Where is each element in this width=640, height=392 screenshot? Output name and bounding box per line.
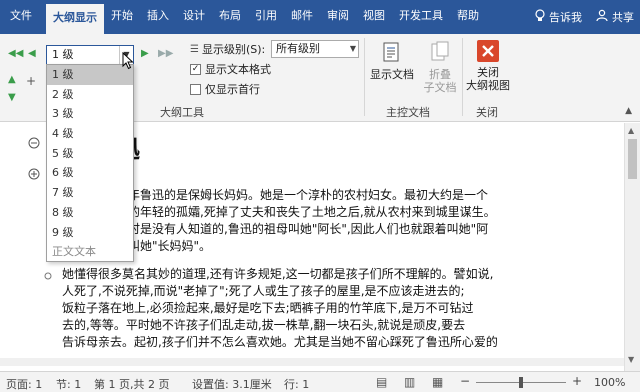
move-up-icon[interactable]: ▲	[8, 74, 16, 85]
demote-icon[interactable]: ▶	[141, 48, 149, 59]
show-level-label: 显示级别(S):	[201, 43, 266, 56]
chevron-down-icon[interactable]: ▼	[350, 41, 356, 57]
zoom-out-icon[interactable]: −	[460, 374, 470, 388]
collapse-subdocuments-label-2: 子文档	[423, 81, 457, 94]
show-level-value: 所有级别	[276, 42, 320, 55]
tab-bar-right: 告诉我 共享	[535, 2, 640, 32]
paragraph-1-line-1[interactable]: 勐年鲁迅的是保姆长妈妈。她是一个淳朴的农村妇女。最初大约是一个	[116, 187, 488, 204]
body-text-bullet-icon	[44, 269, 52, 283]
paragraph-2-line-1[interactable]: 她懂得很多莫名其妙的道理,还有许多规矩,这一切都是孩子们所不理解的。譬如说,	[62, 266, 493, 283]
show-document-label: 显示文档	[370, 68, 414, 81]
group-separator	[364, 38, 365, 116]
dropdown-item-level-3[interactable]: 3 级	[47, 104, 133, 124]
show-level-combo[interactable]: 所有级别 ▼	[271, 40, 359, 58]
tab-references[interactable]: 引用	[248, 4, 284, 30]
dropdown-item-level-9[interactable]: 9 级	[47, 223, 133, 243]
paragraph-2-line-2[interactable]: 人死了,不说死掉,而说"老掉了";死了人或生了孩子的屋里,是不应该走进去的;	[62, 283, 465, 300]
show-level-icon: ☰	[190, 43, 199, 55]
close-group-label: 关闭	[476, 106, 498, 119]
status-section[interactable]: 节: 1	[56, 376, 81, 392]
tab-design[interactable]: 设计	[176, 4, 212, 30]
zoom-in-icon[interactable]: +	[572, 374, 582, 388]
group-separator	[462, 38, 463, 116]
paragraph-1-line-3[interactable]: 拍时是没有人知道的,鲁迅的祖母叫她"阿长",因此人们也就跟着叫她"阿	[116, 221, 488, 238]
tell-me-search[interactable]: 告诉我	[549, 9, 582, 25]
scroll-down-icon[interactable]: ▼	[628, 355, 634, 364]
outline-level-combo[interactable]: 1 级 ▼	[46, 45, 134, 65]
status-page-count[interactable]: 第 1 页,共 2 页	[94, 376, 169, 392]
promote-icon[interactable]: ◀	[28, 48, 36, 59]
show-document-icon	[380, 40, 404, 64]
show-document-button[interactable]: 显示文档	[366, 40, 418, 81]
dropdown-item-level-6[interactable]: 6 级	[47, 163, 133, 183]
dropdown-item-level-7[interactable]: 7 级	[47, 183, 133, 203]
outline-level-value: 1 级	[52, 48, 74, 61]
tab-developer[interactable]: 开发工具	[392, 4, 450, 30]
demote-to-body-icon[interactable]: ▶▶	[158, 48, 173, 59]
tab-layout[interactable]: 布局	[212, 4, 248, 30]
scrollbar-thumb[interactable]	[628, 139, 637, 179]
collapse-heading-icon[interactable]	[28, 137, 40, 152]
share-button[interactable]: 共享	[612, 9, 634, 25]
close-outline-view-label-2: 大纲视图	[466, 79, 510, 92]
collapse-subdocuments-button[interactable]: 折叠 子文档	[420, 40, 460, 94]
expand-icon[interactable]: +	[26, 74, 36, 88]
paragraph-2-line-3[interactable]: 饭粒子落在地上,必须捡起来,最好是吃下去;晒裤子用的竹竿底下,是万不可钻过	[62, 300, 474, 317]
tab-review[interactable]: 审阅	[320, 4, 356, 30]
dropdown-item-level-2[interactable]: 2 级	[47, 85, 133, 105]
zoom-slider-thumb[interactable]	[519, 377, 523, 388]
close-outline-view-button[interactable]: 关闭 大纲视图	[464, 40, 512, 92]
read-mode-icon[interactable]: ▤	[376, 375, 387, 389]
show-text-format-label: 显示文本格式	[205, 63, 271, 76]
collapse-subdocuments-icon	[428, 40, 452, 64]
paragraph-1-line-2[interactable]: 里的年轻的孤孀,死掉了丈夫和丧失了土地之后,就从农村来到城里谋生。	[116, 204, 496, 221]
tab-insert[interactable]: 插入	[140, 4, 176, 30]
move-down-icon[interactable]: ▼	[8, 92, 16, 103]
collapse-ribbon-icon[interactable]: ▲	[625, 106, 632, 116]
tab-view[interactable]: 视图	[356, 4, 392, 30]
lightbulb-icon	[535, 8, 545, 26]
tab-home[interactable]: 开始	[104, 4, 140, 30]
mouse-cursor-icon	[122, 51, 134, 73]
status-position[interactable]: 设置值: 3.1厘米	[192, 376, 272, 392]
status-page-setting[interactable]: 页面: 1	[6, 376, 42, 392]
master-document-group-label: 主控文档	[386, 106, 430, 119]
web-layout-icon[interactable]: ▦	[432, 375, 443, 389]
print-layout-icon[interactable]: ▥	[404, 375, 415, 389]
show-first-line-option[interactable]: 仅显示首行	[190, 81, 260, 97]
dropdown-item-level-4[interactable]: 4 级	[47, 124, 133, 144]
dropdown-item-level-1[interactable]: 1 级	[47, 65, 133, 85]
tab-outline[interactable]: 大纲显示	[46, 4, 104, 34]
horizontal-scrollbar[interactable]	[0, 358, 624, 366]
show-first-line-label: 仅显示首行	[205, 83, 260, 96]
person-icon	[596, 9, 608, 25]
scroll-up-icon[interactable]: ▲	[628, 126, 634, 135]
outline-tools-group-label: 大纲工具	[160, 106, 204, 119]
close-icon	[477, 40, 499, 62]
ribbon-tab-bar: 文件 大纲显示 开始 插入 设计 布局 引用 邮件 审阅 视图 开发工具 帮助 …	[0, 0, 640, 34]
vertical-scrollbar[interactable]: ▲ ▼	[624, 123, 640, 371]
show-first-line-checkbox[interactable]	[190, 83, 201, 95]
dropdown-item-level-5[interactable]: 5 级	[47, 144, 133, 164]
show-level-row: ☰ 显示级别(S):	[190, 41, 265, 57]
promote-to-heading1-icon[interactable]: ◀◀	[8, 48, 23, 59]
dropdown-item-level-8[interactable]: 8 级	[47, 203, 133, 223]
status-line[interactable]: 行: 1	[284, 376, 309, 392]
collapse-subdocuments-label-1: 折叠	[429, 68, 451, 81]
paragraph-2-line-5[interactable]: 告诉母亲去。起初,孩子们并不怎么喜欢她。尤其是当她不留心踩死了鲁迅所心爱的	[62, 334, 498, 351]
expand-paragraph-icon[interactable]	[28, 168, 40, 183]
dropdown-item-body-text[interactable]: 正文文本	[47, 242, 133, 262]
tab-help[interactable]: 帮助	[450, 4, 486, 30]
close-outline-view-label-1: 关闭	[477, 66, 499, 79]
outline-level-dropdown: 1 级 2 级 3 级 4 级 5 级 6 级 7 级 8 级 9 级 正文文本	[46, 64, 134, 262]
tab-mailings[interactable]: 邮件	[284, 4, 320, 30]
status-bar: 页面: 1 节: 1 第 1 页,共 2 页 设置值: 3.1厘米 行: 1 ▤…	[0, 371, 640, 392]
show-text-format-checkbox[interactable]: ✓	[190, 63, 201, 75]
tab-file[interactable]: 文件	[0, 4, 46, 30]
paragraph-2-line-4[interactable]: 去的,等等。平时她不许孩子们乱走动,拔一株草,翻一块石头,就说是顽皮,要去	[62, 317, 465, 334]
show-text-format-option[interactable]: ✓ 显示文本格式	[190, 61, 271, 77]
zoom-level[interactable]: 100%	[594, 376, 625, 389]
